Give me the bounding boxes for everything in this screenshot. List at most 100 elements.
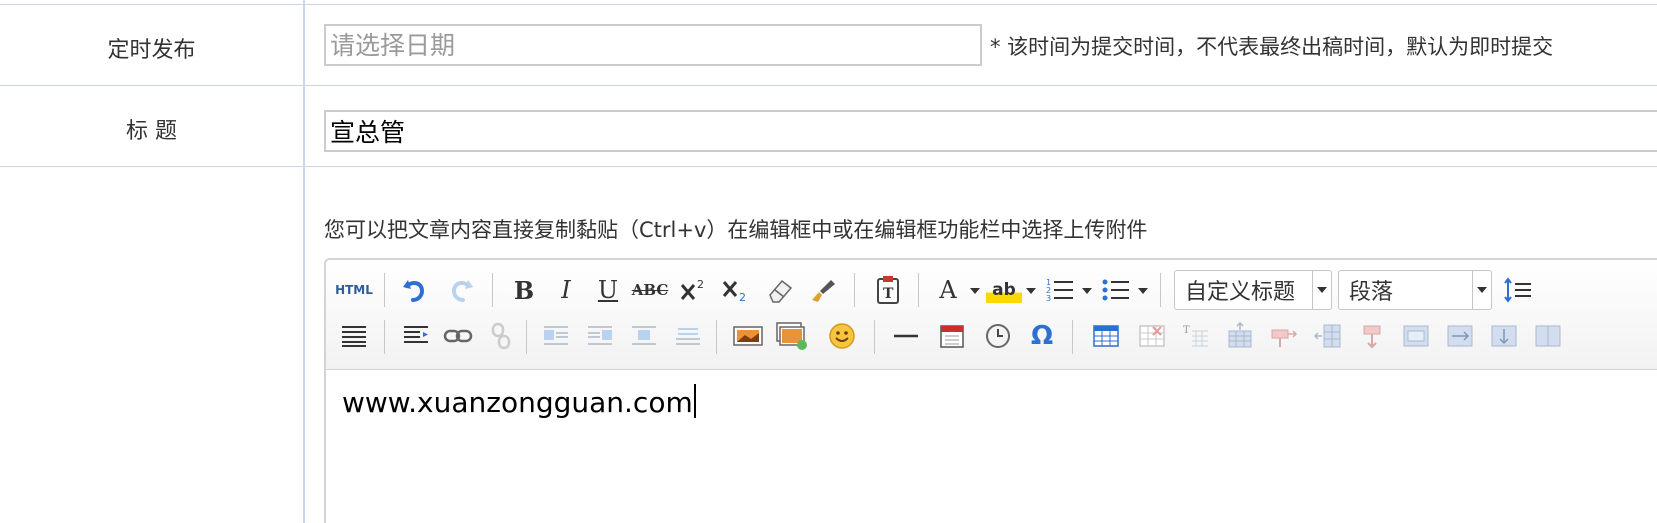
subscript-button[interactable]: 2 <box>718 272 754 308</box>
clipboard-icon: T <box>874 275 902 305</box>
line-height-button[interactable] <box>1500 272 1536 308</box>
insert-image-button[interactable] <box>730 318 766 354</box>
ordered-list-icon: 123 <box>1045 276 1075 304</box>
paste-plain-button[interactable]: T <box>870 272 906 308</box>
redo-icon <box>448 276 476 304</box>
align-left-button[interactable] <box>538 318 574 354</box>
justify-icon <box>340 324 368 348</box>
emotion-button[interactable] <box>824 318 860 354</box>
indent-icon <box>402 324 430 348</box>
rich-text-editor: HTML B I U ABC 2 2 T A ab 1 2 3 自定义标题 段落… <box>324 258 1657 523</box>
merge-cells-icon <box>1402 323 1430 349</box>
toolbar-separator <box>1072 320 1073 354</box>
toolbar-separator <box>384 273 385 307</box>
insert-row-icon <box>1226 322 1254 350</box>
insert-col-button[interactable] <box>1310 318 1346 354</box>
paragraph-before-table-icon: T <box>1182 323 1210 349</box>
toolbar-separator <box>716 320 717 354</box>
html-source-button[interactable]: HTML <box>332 272 376 308</box>
delete-table-icon <box>1138 323 1166 349</box>
horizontal-rule-icon <box>892 324 920 348</box>
toolbar-separator <box>492 273 493 307</box>
subscript-icon: 2 <box>721 276 751 304</box>
align-center-button[interactable] <box>626 318 662 354</box>
svg-text:T: T <box>883 286 894 302</box>
editor-content[interactable]: www.xuanzongguan.com <box>342 384 696 419</box>
custom-heading-value: 自定义标题 <box>1185 280 1296 305</box>
toolbar-separator <box>526 320 527 354</box>
delete-col-button[interactable] <box>1354 318 1390 354</box>
font-color-button[interactable]: A <box>930 272 966 308</box>
smiley-icon <box>828 322 856 350</box>
title-input[interactable] <box>324 110 1657 152</box>
delete-col-icon <box>1358 322 1386 350</box>
undo-button[interactable] <box>396 272 432 308</box>
strikethrough-button[interactable]: ABC <box>632 272 669 308</box>
unlink-button[interactable] <box>484 318 520 354</box>
chevron-down-icon <box>1312 271 1331 309</box>
redo-button[interactable] <box>444 272 480 308</box>
eraser-icon <box>765 276 795 304</box>
merge-cells-button[interactable] <box>1398 318 1434 354</box>
italic-button[interactable]: I <box>548 272 584 308</box>
insert-time-button[interactable] <box>980 318 1016 354</box>
unordered-list-caret-icon[interactable] <box>1138 288 1148 294</box>
svg-text:T: T <box>1183 325 1190 336</box>
paragraph-dropdown[interactable]: 段落 <box>1338 270 1492 310</box>
schedule-hint: * 该时间为提交时间，不代表最终出稿时间，默认为即时提交 <box>990 35 1554 59</box>
custom-heading-dropdown[interactable]: 自定义标题 <box>1174 270 1332 310</box>
align-right-button[interactable] <box>582 318 618 354</box>
line-height-icon <box>1503 276 1533 304</box>
insert-table-button[interactable] <box>1088 318 1124 354</box>
toolbar-separator <box>854 273 855 307</box>
svg-text:2: 2 <box>739 291 746 304</box>
insert-date-button[interactable] <box>934 318 970 354</box>
bold-button[interactable]: B <box>506 272 542 308</box>
split-cells-button[interactable] <box>1530 318 1566 354</box>
table-icon <box>1092 323 1120 349</box>
insert-col-icon <box>1314 322 1342 350</box>
justify-button[interactable] <box>336 318 372 354</box>
unlink-icon <box>487 322 517 350</box>
insert-row-button[interactable] <box>1222 318 1258 354</box>
ordered-list-caret-icon[interactable] <box>1082 288 1092 294</box>
underline-button[interactable]: U <box>590 272 626 308</box>
svg-text:2: 2 <box>697 278 704 291</box>
insert-paragraph-before-table-button[interactable]: T <box>1178 318 1214 354</box>
horizontal-rule-button[interactable] <box>888 318 924 354</box>
align-left-icon <box>542 324 570 348</box>
indent-button[interactable] <box>398 318 434 354</box>
column-divider <box>303 0 305 523</box>
format-painter-button[interactable] <box>806 272 842 308</box>
highlight-caret-icon[interactable] <box>1026 288 1036 294</box>
brush-icon <box>809 276 839 304</box>
row-divider-2 <box>0 166 1657 167</box>
highlight-button[interactable]: ab <box>986 277 1022 303</box>
ordered-list-button[interactable]: 123 <box>1042 272 1078 308</box>
merge-down-icon <box>1490 323 1518 349</box>
link-button[interactable] <box>440 318 476 354</box>
merge-right-icon <box>1446 323 1474 349</box>
calendar-icon <box>938 322 966 350</box>
link-icon <box>443 324 473 348</box>
special-chars-button[interactable]: Ω <box>1024 318 1060 354</box>
superscript-button[interactable]: 2 <box>676 272 712 308</box>
align-none-button[interactable] <box>670 318 706 354</box>
unordered-list-button[interactable] <box>1098 272 1134 308</box>
align-right-icon <box>586 324 614 348</box>
merge-right-button[interactable] <box>1442 318 1478 354</box>
unordered-list-icon <box>1101 276 1131 304</box>
align-center-icon <box>630 324 658 348</box>
delete-row-icon <box>1270 322 1298 350</box>
toolbar-separator <box>1160 273 1161 307</box>
eraser-button[interactable] <box>762 272 798 308</box>
superscript-icon: 2 <box>679 276 709 304</box>
merge-down-button[interactable] <box>1486 318 1522 354</box>
editor-text: www.xuanzongguan.com <box>342 386 693 419</box>
multi-image-button[interactable] <box>774 318 810 354</box>
image-icon <box>733 323 763 349</box>
delete-table-button[interactable] <box>1134 318 1170 354</box>
date-input[interactable] <box>324 24 982 66</box>
delete-row-button[interactable] <box>1266 318 1302 354</box>
font-color-caret-icon[interactable] <box>970 288 980 294</box>
